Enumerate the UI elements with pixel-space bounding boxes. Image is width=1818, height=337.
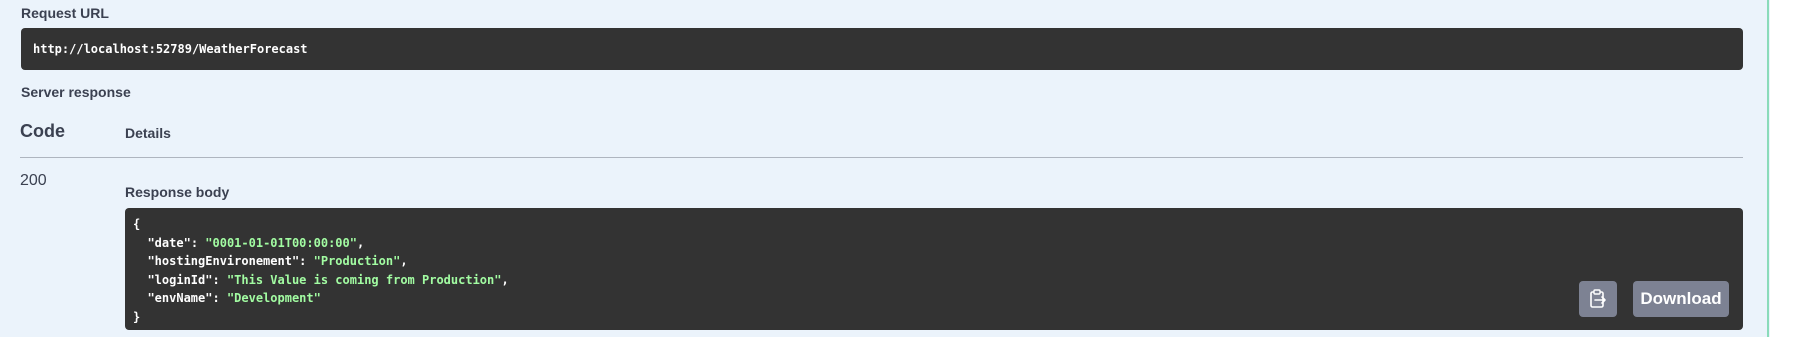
download-button[interactable]: Download bbox=[1633, 281, 1729, 317]
responses-panel: Request URL http://localhost:52789/Weath… bbox=[0, 0, 1770, 337]
json-value-envname: "Development" bbox=[226, 291, 321, 305]
copy-to-clipboard-button[interactable] bbox=[1579, 281, 1617, 317]
json-key-hosting: "hostingEnvironement" bbox=[147, 254, 300, 268]
code-column-header: Code bbox=[20, 121, 65, 141]
request-url-box: http://localhost:52789/WeatherForecast bbox=[21, 28, 1743, 70]
panel-right-border bbox=[1767, 0, 1769, 337]
json-open-brace: { bbox=[133, 217, 141, 231]
json-key-envname: "envName" bbox=[147, 291, 213, 305]
json-key-date: "date" bbox=[147, 235, 191, 250]
header-divider bbox=[20, 157, 1743, 158]
json-value-date: "0001-01-01T00:00:00" bbox=[205, 235, 357, 250]
response-status-code: 200 bbox=[20, 172, 47, 189]
json-value-loginid: "This Value is coming from Production" bbox=[226, 272, 502, 287]
json-value-hosting: "Production" bbox=[313, 254, 401, 268]
json-close-brace: } bbox=[133, 309, 141, 324]
request-url-value: http://localhost:52789/WeatherForecast bbox=[33, 42, 308, 56]
response-body-label: Response body bbox=[125, 184, 230, 200]
clipboard-icon bbox=[1590, 289, 1606, 308]
request-url-label: Request URL bbox=[21, 5, 109, 21]
json-key-loginid: "loginId" bbox=[147, 272, 213, 287]
server-response-label: Server response bbox=[21, 84, 131, 100]
response-body: { "date": "0001-01-01T00:00:00", "hostin… bbox=[125, 208, 1743, 330]
response-body-json: { "date": "0001-01-01T00:00:00", "hostin… bbox=[133, 217, 509, 324]
details-column-header: Details bbox=[125, 125, 171, 141]
